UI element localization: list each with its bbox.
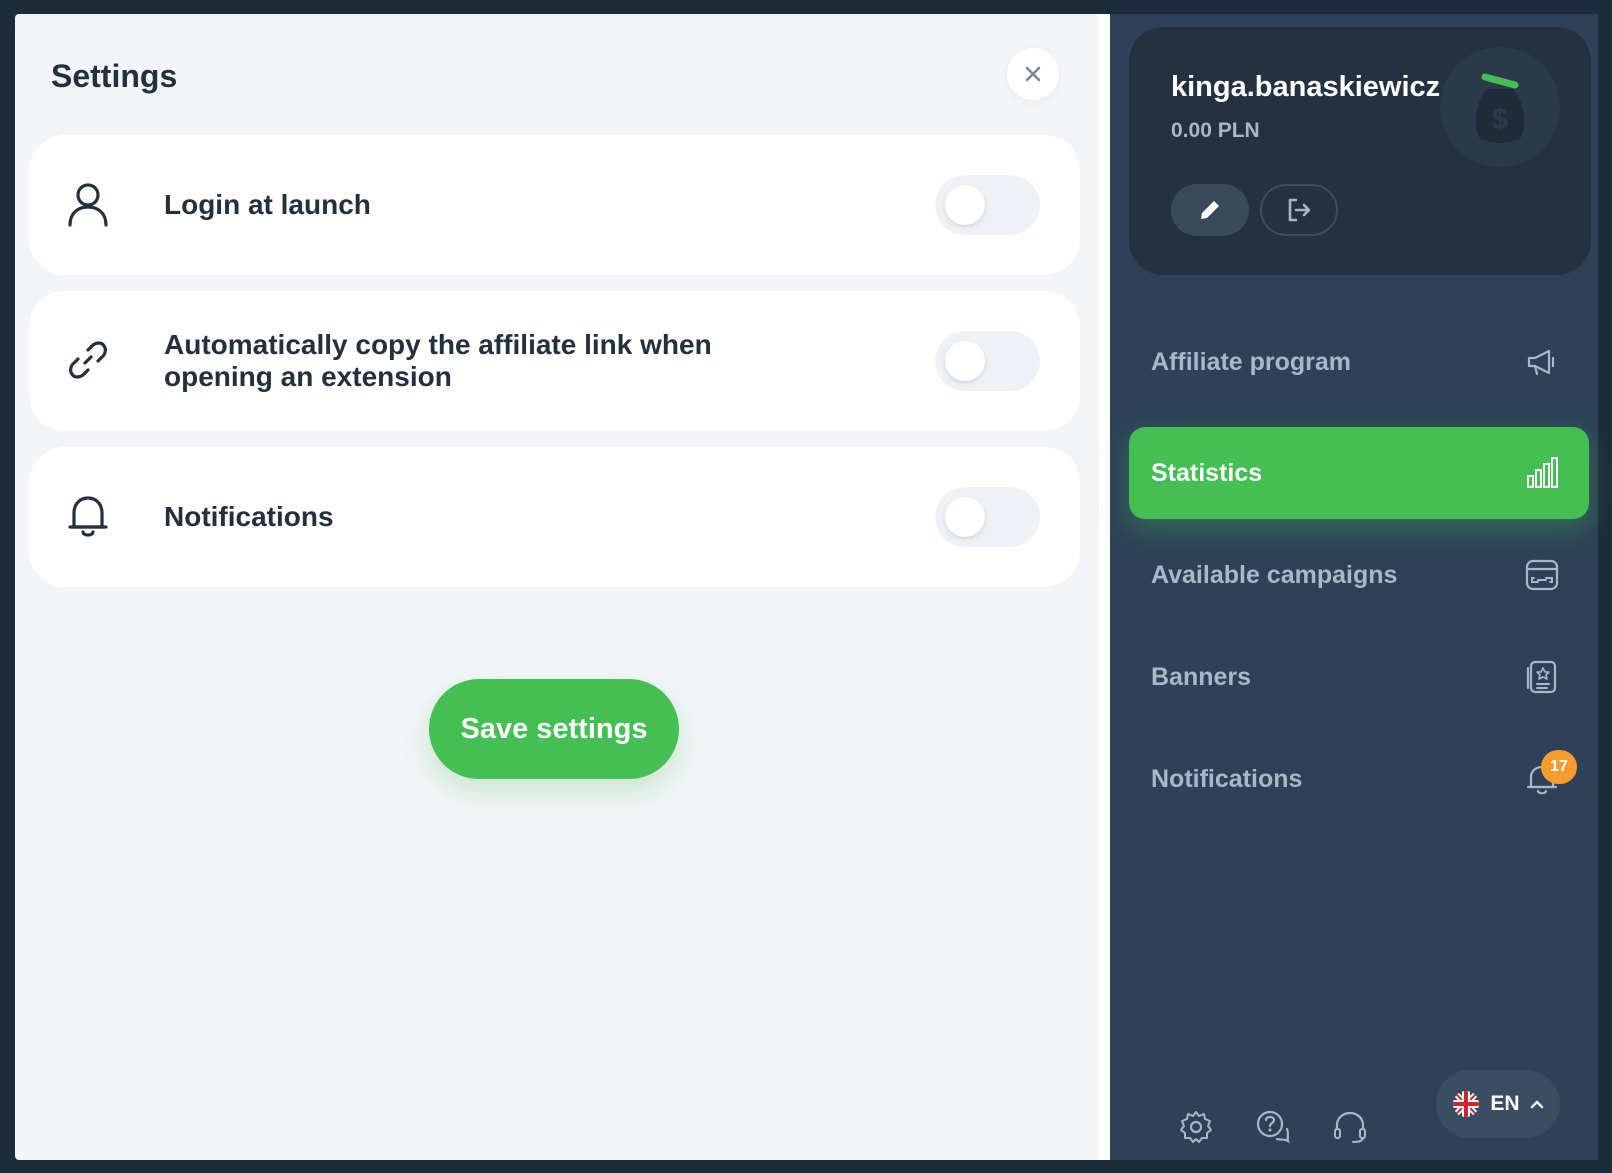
notifications-toggle[interactable] xyxy=(935,487,1040,547)
help-button[interactable] xyxy=(1254,1108,1292,1146)
nav-label: Affiliate program xyxy=(1151,347,1352,376)
page-title: Settings xyxy=(51,58,178,94)
megaphone-icon xyxy=(1527,349,1555,376)
setting-login-at-launch: Login at launch xyxy=(29,135,1080,275)
profile-card: kinga.banaskiewicz 0.00 PLN $ xyxy=(1129,27,1591,275)
nav-label: Available campaigns xyxy=(1151,560,1398,589)
nav-item-affiliate-program[interactable]: Affiliate program xyxy=(1129,316,1589,408)
uk-flag-icon xyxy=(1453,1091,1480,1117)
nav-notifications-icon-wrap: 17 xyxy=(1525,750,1577,796)
setting-label: Notifications xyxy=(164,501,334,532)
toggle-knob xyxy=(945,497,985,537)
user-icon xyxy=(65,181,111,227)
bar-chart-icon xyxy=(1527,457,1558,488)
help-chat-icon xyxy=(1256,1110,1290,1144)
setting-label: Login at launch xyxy=(164,189,371,220)
avatar: $ xyxy=(1440,47,1560,167)
support-button[interactable] xyxy=(1331,1108,1369,1146)
svg-text:$: $ xyxy=(1492,103,1509,136)
nav-label: Statistics xyxy=(1151,458,1263,487)
language-selector[interactable]: EN xyxy=(1436,1070,1560,1138)
headset-icon xyxy=(1334,1111,1366,1143)
login-at-launch-toggle[interactable] xyxy=(935,175,1040,235)
edit-profile-button[interactable] xyxy=(1171,184,1249,236)
bell-icon xyxy=(65,493,111,539)
save-settings-button[interactable]: Save settings xyxy=(429,679,679,779)
logout-button[interactable] xyxy=(1260,184,1338,236)
nav-item-notifications[interactable]: Notifications 17 xyxy=(1129,733,1589,825)
nav-label: Notifications xyxy=(1151,764,1303,793)
setting-notifications: Notifications xyxy=(29,447,1080,587)
nav-label: Banners xyxy=(1151,662,1252,691)
nav-item-statistics[interactable]: Statistics xyxy=(1129,427,1589,519)
balance: 0.00 PLN xyxy=(1171,119,1260,142)
toggle-knob xyxy=(945,185,985,225)
settings-panel: Settings Login at launch Automatically c… xyxy=(15,14,1110,1160)
setting-auto-copy-link: Automatically copy the affiliate link wh… xyxy=(29,291,1080,431)
settings-button[interactable] xyxy=(1177,1108,1215,1146)
setting-label: Automatically copy the affiliate link wh… xyxy=(164,329,712,392)
link-icon xyxy=(65,337,111,383)
sidebar: kinga.banaskiewicz 0.00 PLN $ Affiliate … xyxy=(1110,14,1598,1160)
auto-copy-link-toggle[interactable] xyxy=(935,331,1040,391)
nav-item-banners[interactable]: Banners xyxy=(1129,631,1589,723)
close-button[interactable] xyxy=(1007,48,1059,100)
username: kinga.banaskiewicz xyxy=(1171,71,1441,103)
nav-item-available-campaigns[interactable]: Available campaigns xyxy=(1129,529,1589,621)
notification-count-badge: 17 xyxy=(1541,750,1577,784)
banner-icon xyxy=(1526,660,1557,694)
chevron-up-icon xyxy=(1530,1100,1543,1109)
close-icon xyxy=(1025,66,1041,82)
pencil-icon xyxy=(1201,201,1219,219)
gear-icon xyxy=(1180,1111,1212,1143)
money-bag-icon: $ xyxy=(1475,73,1525,143)
toggle-knob xyxy=(945,341,985,381)
language-code: EN xyxy=(1490,1092,1520,1115)
campaign-icon xyxy=(1525,559,1559,591)
logout-icon xyxy=(1288,198,1311,222)
